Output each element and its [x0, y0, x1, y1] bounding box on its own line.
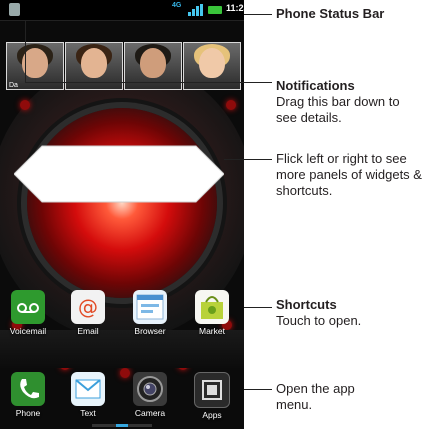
voicemail-icon	[11, 290, 45, 324]
clock: 11:23	[226, 3, 244, 13]
callout-line-apps	[244, 389, 272, 390]
shortcut-market[interactable]: Market	[187, 290, 237, 336]
callout-line-status	[244, 14, 272, 15]
email-icon: @	[71, 290, 105, 324]
phone-home-screen: 4G 11:23 Da	[0, 0, 244, 429]
dock-label: Phone	[15, 408, 41, 418]
callout-flick: Flick left or right to see more panels o…	[276, 151, 422, 198]
wallpaper-dot	[226, 100, 236, 110]
dock-label: Apps	[202, 410, 222, 420]
text-message-icon	[71, 372, 105, 406]
dock-phone[interactable]: Phone	[3, 372, 53, 418]
callout-apps: Open the app menu.	[276, 381, 355, 412]
signal-strength-icon	[188, 4, 204, 16]
camera-icon	[133, 372, 167, 406]
browser-icon	[133, 290, 167, 324]
dock-text[interactable]: Text	[63, 372, 113, 418]
shortcut-voicemail[interactable]: Voicemail	[3, 290, 53, 336]
phone-icon	[11, 372, 45, 406]
callout-line-shortcuts	[244, 307, 272, 308]
network-type-label: 4G	[172, 2, 182, 9]
flick-double-arrow	[14, 145, 224, 203]
callout-line-notifications	[25, 20, 26, 82]
callout-line-flick	[224, 159, 272, 160]
shortcut-label: Voicemail	[9, 326, 47, 336]
apps-icon	[194, 372, 230, 408]
svg-text:@: @	[78, 295, 98, 319]
shortcut-label: Market	[199, 326, 225, 336]
notification-icon	[9, 3, 20, 16]
callout-notifications: Notifications Drag this bar down to see …	[276, 78, 400, 125]
shortcut-email[interactable]: @ Email	[63, 290, 113, 336]
dock-apps[interactable]: Apps	[187, 372, 237, 420]
battery-icon	[208, 6, 222, 14]
wallpaper-dot	[20, 100, 30, 110]
shortcut-label: Browser	[134, 326, 166, 336]
callout-status-bar: Phone Status Bar	[276, 6, 385, 21]
dock-label: Camera	[134, 408, 166, 418]
shortcut-label: Email	[77, 326, 99, 336]
dock-label: Text	[80, 408, 96, 418]
shortcut-browser[interactable]: Browser	[125, 290, 175, 336]
status-bar[interactable]: 4G 11:23	[0, 0, 244, 21]
market-icon	[195, 290, 229, 324]
callout-line-notifications	[25, 82, 272, 83]
callout-shortcuts: Shortcuts Touch to open.	[276, 297, 362, 328]
page-indicator	[92, 424, 152, 427]
dock-camera[interactable]: Camera	[125, 372, 175, 418]
contact-name: Da	[9, 82, 18, 89]
